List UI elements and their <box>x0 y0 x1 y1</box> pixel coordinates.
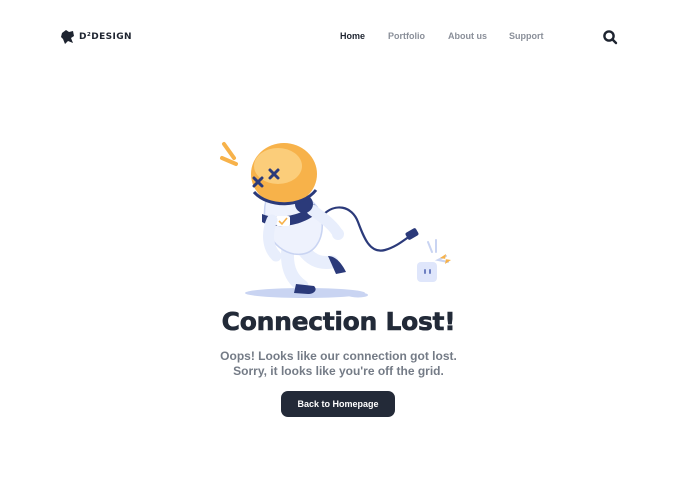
nav-item-support[interactable]: Support <box>509 31 544 41</box>
search-icon <box>603 30 618 45</box>
site-header: D²DESIGN Home Portfolio About us Support <box>0 0 677 74</box>
astronaut-unplugged-illustration <box>220 142 451 298</box>
error-message-line-1: Oops! Looks like our connection got lost… <box>220 349 457 363</box>
nav-item-about-us[interactable]: About us <box>448 31 487 41</box>
error-message-line-2: Sorry, it looks like you're off the grid… <box>233 364 444 378</box>
search-button[interactable] <box>602 29 618 45</box>
nav-item-portfolio[interactable]: Portfolio <box>388 31 425 41</box>
nav-item-home[interactable]: Home <box>340 31 365 41</box>
error-message: Oops! Looks like our connection got lost… <box>0 349 677 379</box>
back-to-homepage-button[interactable]: Back to Homepage <box>281 391 395 417</box>
page-title: Connection Lost! <box>221 307 456 337</box>
hero-illustration-area <box>0 130 677 310</box>
main-nav: Home Portfolio About us Support <box>0 31 677 43</box>
